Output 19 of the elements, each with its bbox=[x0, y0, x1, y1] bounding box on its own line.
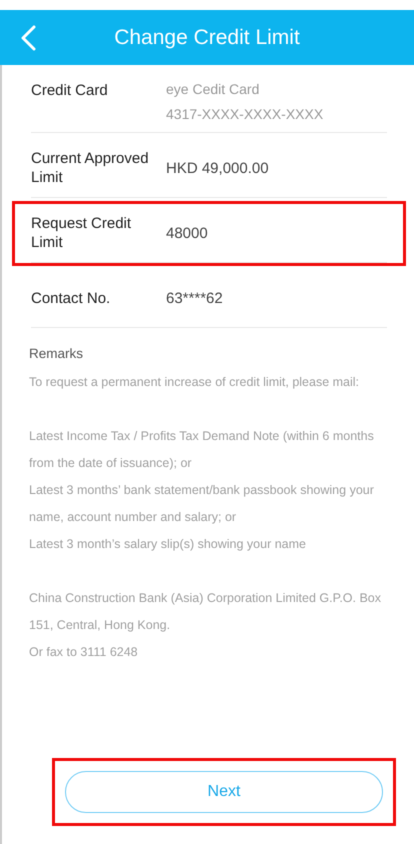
field-label: Request Credit Limit bbox=[31, 214, 132, 252]
remarks-text: Or fax to 3111 6248 bbox=[29, 644, 139, 661]
remarks-text: Latest Income Tax / Profits Tax Demand Note (within 6 months from the date of issuance); or bbox=[29, 428, 375, 472]
next-button[interactable]: Next bbox=[65, 771, 383, 813]
field-label: Credit Card bbox=[31, 81, 109, 100]
field-value: eye Cedit Card bbox=[166, 81, 260, 97]
field-value: 63****62 bbox=[166, 290, 223, 306]
remarks-text: To request a permanent increase of credit limit, please mail: bbox=[29, 374, 360, 391]
field-value: HKD 49,000.00 bbox=[166, 160, 269, 176]
page-title: Change Credit Limit bbox=[114, 26, 300, 50]
back-icon[interactable] bbox=[20, 25, 36, 51]
remarks-text: China Construction Bank (Asia) Corporation Limited G.P.O. Box 151, Central, Hong Kong. bbox=[29, 590, 382, 634]
field-value: 48000 bbox=[166, 224, 208, 242]
remarks-text: Latest 3 month’s salary slip(s) showing your name bbox=[29, 536, 307, 553]
remarks-text: Latest 3 months’ bank statement/bank passbook showing your name, account number and salary; or bbox=[29, 482, 375, 526]
field-label: Contact No. bbox=[31, 288, 112, 308]
field-value: 4317-XXXX-XXXX-XXXX bbox=[166, 106, 324, 122]
remarks-title: Remarks bbox=[29, 345, 84, 363]
field-label: Current Approved Limit bbox=[31, 149, 150, 187]
